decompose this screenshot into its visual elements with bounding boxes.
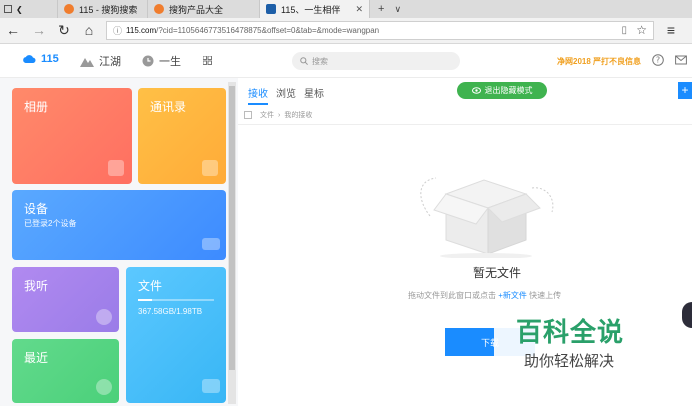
floating-assistant-ball[interactable] <box>682 302 692 328</box>
exit-hidden-mode-button[interactable]: 退出隐藏模式 <box>457 82 547 99</box>
sogou-favicon-icon <box>64 4 74 14</box>
home-icon[interactable]: ⌂ <box>80 22 98 38</box>
close-tab-icon[interactable]: ✕ <box>347 4 363 15</box>
browser-tab-strip: ❮ 115 - 搜狗搜索 搜狗产品大全 115、一生相伴 ✕ + ∨ <box>0 0 692 18</box>
empty-box-illustration <box>420 177 554 258</box>
watermark-line2: 助你轻松解决 <box>524 353 615 370</box>
image-icon <box>108 160 124 176</box>
select-all-checkbox[interactable] <box>244 111 252 119</box>
tile-music[interactable]: 我听 <box>12 267 119 332</box>
breadcrumb-separator-icon: › <box>278 111 281 119</box>
browser-tab-1[interactable]: 115 - 搜狗搜索 <box>58 0 148 18</box>
tile-subtitle: 已登录2个设备 <box>24 219 77 228</box>
baike-watermark: 百科全说 助你轻松解决 <box>494 306 666 386</box>
breadcrumb-files[interactable]: 文件 <box>260 110 274 120</box>
nav-yisheng[interactable]: 一生 <box>142 53 181 69</box>
tile-album[interactable]: 相册 <box>12 88 132 184</box>
storage-usage-fill <box>138 299 152 301</box>
tab-square-icon <box>4 5 12 13</box>
tile-contacts[interactable]: 通讯录 <box>138 88 226 184</box>
browser-tab-sogou-search[interactable]: ❮ <box>0 0 58 18</box>
tile-title: 最近 <box>24 351 49 365</box>
tile-title: 文件 <box>138 279 163 293</box>
tab-label: 115 - 搜狗搜索 <box>79 4 138 15</box>
nav-jianghu[interactable]: 江湖 <box>80 53 121 69</box>
tile-devices[interactable]: 设备 已登录2个设备 <box>12 190 226 260</box>
clock-icon <box>142 55 154 67</box>
tile-title: 设备 <box>24 202 49 216</box>
promo-link[interactable]: 净网2018 严打不良信息 <box>557 56 641 67</box>
svg-text:?: ? <box>656 56 660 65</box>
divider <box>238 124 692 125</box>
favorites-hub-icon[interactable]: ≡ <box>662 22 680 38</box>
empty-desc-text-end: 快速上传 <box>529 291 562 300</box>
sogou-favicon-icon <box>154 4 164 14</box>
back-arrow-icon[interactable]: ← <box>4 22 22 38</box>
search-input[interactable]: 搜索 <box>292 52 460 70</box>
site-header: 115 江湖 一生 搜索 净网2018 严打不良信息 ? <box>0 44 692 78</box>
favorite-star-icon[interactable]: ☆ <box>636 23 647 37</box>
browser-tab-2[interactable]: 搜狗产品大全 <box>148 0 260 18</box>
tab-label: 搜狗产品大全 <box>169 4 224 15</box>
empty-desc-text: 拖动文件到此窗口或点击 <box>408 291 496 300</box>
tile-title: 通讯录 <box>150 100 187 114</box>
url-host: 115.com <box>126 26 157 35</box>
tab-list-button[interactable]: ∨ <box>394 4 401 15</box>
logo-text: 115 <box>41 53 59 65</box>
mountain-icon <box>80 57 94 67</box>
new-tab-button[interactable]: + <box>378 3 384 15</box>
empty-state-title: 暂无文件 <box>473 266 522 280</box>
mail-icon[interactable] <box>675 54 687 66</box>
hidden-mode-label: 退出隐藏模式 <box>484 86 533 95</box>
tiles-scrollbar-thumb[interactable] <box>229 86 235 370</box>
tab-receive[interactable]: 接收 <box>248 85 268 105</box>
apps-grid-icon[interactable] <box>203 56 212 65</box>
tile-title: 我听 <box>24 279 49 293</box>
tile-files[interactable]: 文件 367.58GB/1.98TB <box>126 267 226 403</box>
search-icon <box>300 57 308 65</box>
url-input[interactable]: ⓘ 115.com /?cid=1105646773516478875&offs… <box>106 21 654 40</box>
watermark-line1: 百科全说 <box>516 317 625 347</box>
reading-view-icon[interactable]: ▯ <box>621 25 627 36</box>
new-file-link[interactable]: +新文件 <box>498 291 527 300</box>
empty-state-description: 拖动文件到此窗口或点击 +新文件 快速上传 <box>408 290 561 301</box>
nav-label: 一生 <box>159 56 181 68</box>
help-icon[interactable]: ? <box>652 54 664 66</box>
address-toolbar: ← → ↻ ⌂ ⓘ 115.com /?cid=1105646773516478… <box>0 18 692 44</box>
tab-chevron-icon: ❮ <box>16 4 23 14</box>
contact-icon <box>202 160 218 176</box>
cloud-icon <box>23 55 36 64</box>
tile-subtitle: 367.58GB/1.98TB <box>138 307 203 316</box>
tab-controls: + ∨ <box>370 0 409 18</box>
logo-115[interactable]: 115 <box>22 53 59 65</box>
115-favicon-icon <box>266 4 276 14</box>
browser-tab-115[interactable]: 115、一生相伴 ✕ <box>260 0 370 18</box>
search-placeholder: 搜索 <box>312 56 328 66</box>
refresh-icon[interactable]: ↻ <box>55 22 73 39</box>
tile-title: 相册 <box>24 100 49 114</box>
tab-starred[interactable]: 星标 <box>304 85 324 100</box>
forward-arrow-icon[interactable]: → <box>30 22 48 38</box>
info-icon: ⓘ <box>113 26 123 36</box>
url-path: /?cid=1105646773516478875&offset=0&tab=&… <box>156 26 380 35</box>
breadcrumb: 文件 › 我的接收 <box>244 110 312 120</box>
nav-label: 江湖 <box>99 56 121 68</box>
upload-plus-button[interactable]: + <box>678 82 692 99</box>
tile-recent[interactable]: 最近 <box>12 339 119 403</box>
tab-browse[interactable]: 浏览 <box>276 85 296 100</box>
folder-icon <box>202 379 220 393</box>
play-icon <box>96 309 112 325</box>
storage-usage-bar <box>138 299 214 301</box>
eye-icon <box>471 87 481 94</box>
breadcrumb-my-received: 我的接收 <box>284 112 313 119</box>
monitor-icon <box>202 238 220 250</box>
tab-label: 115、一生相伴 <box>281 4 341 15</box>
clock-icon <box>96 379 112 395</box>
